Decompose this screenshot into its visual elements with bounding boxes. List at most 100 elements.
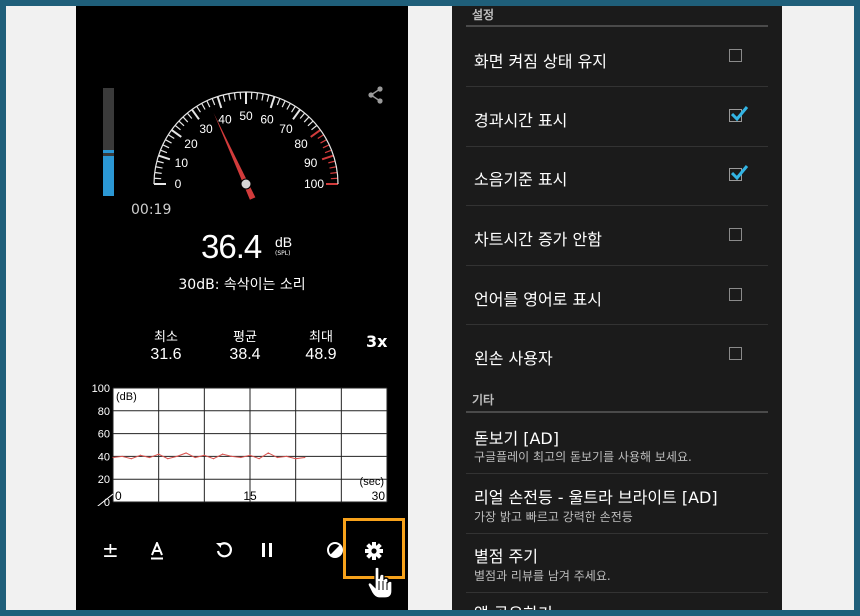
stat-min: 최소 31.6 <box>136 326 196 364</box>
noise-reference: 30dB: 속삭이는 소리 <box>178 277 306 293</box>
gauge-arc <box>153 91 339 185</box>
gauge-needle-hub <box>240 178 252 190</box>
setting-label[interactable]: 화면 켜짐 상태 유지 <box>474 48 607 72</box>
setting-label[interactable]: 언어를 영어로 표시 <box>474 286 602 310</box>
stat-value: 31.6 <box>150 346 182 363</box>
gauge-tick-label: 0 <box>175 177 182 191</box>
setting-label[interactable]: 차트시간 증가 안함 <box>474 226 602 250</box>
chart-y-tick-label: 60 <box>98 429 110 441</box>
row-divider <box>466 86 768 87</box>
level-bar-fill <box>103 156 114 196</box>
gauge-tick-label: 100 <box>304 177 324 191</box>
gauge-tick <box>299 112 306 119</box>
gauge-tick <box>310 129 322 138</box>
setting-checkbox[interactable] <box>729 228 742 241</box>
chart-point <box>139 454 141 456</box>
text-a-icon[interactable] <box>150 542 164 560</box>
gauge-tick <box>191 108 200 120</box>
menu-item-title[interactable]: 돋보기 [AD] <box>474 425 559 449</box>
setting-checkbox[interactable] <box>729 288 742 301</box>
gauge-tick <box>186 112 193 119</box>
setting-label[interactable]: 경과시간 표시 <box>474 107 567 131</box>
gauge-tick <box>321 154 334 161</box>
decibel-unit-sub: (SPL) <box>275 250 291 257</box>
stat-value: 38.4 <box>229 346 261 363</box>
stat-label: 평균 <box>233 330 257 345</box>
chart-point <box>231 455 233 457</box>
gauge-tick <box>228 93 231 101</box>
chart-point <box>148 456 151 459</box>
screenshot-frame: 00:19 0 10 20 30 40 50 60 70 80 90 100 36.4 dB (SP… <box>6 6 854 610</box>
gauge-tick <box>261 93 264 101</box>
speed-multiplier-button[interactable]: 3x <box>366 332 387 351</box>
setting-checkbox[interactable] <box>729 49 742 62</box>
setting-checkbox[interactable] <box>729 165 749 181</box>
pause-icon[interactable] <box>260 542 274 558</box>
gauge-tick <box>174 124 181 131</box>
section-divider <box>466 411 768 413</box>
gauge-tick <box>328 160 336 164</box>
chart-point <box>249 454 251 456</box>
settings-screen: 설정 화면 켜짐 상태 유지 경과시간 표시 소음기준 표시 차트시간 증가 안… <box>452 6 782 610</box>
gauge-tick <box>196 106 201 113</box>
gauge-tick-label: 50 <box>239 109 253 123</box>
chart-point <box>167 458 169 460</box>
level-bar <box>103 88 114 196</box>
gauge-tick <box>303 116 310 123</box>
menu-item-title[interactable]: 리얼 손전등 - 울트라 브라이트 [AD] <box>474 484 718 508</box>
decibel-reading: 36.4 dB (SPL) <box>201 228 292 266</box>
chart-y-tick-label: 40 <box>98 451 110 463</box>
gauge-tick <box>330 171 338 174</box>
chart-point <box>112 456 114 459</box>
section-header-other: 기타 <box>472 393 495 407</box>
chart-point <box>304 456 306 459</box>
gauge-tick-label: 20 <box>184 137 198 151</box>
plus-minus-icon[interactable]: ± <box>102 540 119 560</box>
gauge-tick <box>329 166 337 169</box>
gauge-tick <box>324 149 332 154</box>
chart-y-tick-label: 80 <box>98 406 110 418</box>
decibel-unit: dB <box>275 234 293 250</box>
chart-x-tick-label: 0 <box>115 489 122 503</box>
gauge-tick-label: 70 <box>279 122 293 136</box>
chart-point <box>185 452 187 454</box>
setting-checkbox[interactable] <box>729 347 742 360</box>
gauge-tick <box>266 94 270 102</box>
contrast-icon[interactable] <box>326 541 344 559</box>
chart-point <box>285 455 288 457</box>
gauge-tick <box>256 92 259 100</box>
setting-checkbox[interactable] <box>729 106 749 122</box>
gauge-tick <box>158 154 171 161</box>
gauge-tick <box>322 144 330 149</box>
chart-point <box>158 453 160 455</box>
menu-item-subtitle: 구글플레이 최고의 돋보기를 사용해 보세요. <box>474 450 692 464</box>
gauge-tick-label: 80 <box>294 137 308 151</box>
gauge-tick <box>168 134 175 139</box>
gauge-tick <box>233 92 236 100</box>
reset-icon[interactable] <box>215 541 233 559</box>
gauge-tick-label: 60 <box>260 112 274 126</box>
gauge-tick <box>286 103 291 110</box>
menu-item-title[interactable]: 앱 공유하기 <box>474 600 553 610</box>
setting-label[interactable]: 왼손 사용자 <box>474 345 553 369</box>
setting-label[interactable]: 소음기준 표시 <box>474 166 567 190</box>
chart-y-tick-label: 100 <box>92 383 110 395</box>
stat-label: 최대 <box>309 330 333 345</box>
settings-icon[interactable] <box>364 541 384 561</box>
gauge-tick <box>269 96 276 109</box>
gauge-tick <box>160 149 168 154</box>
chart-y-axis-label: (dB) <box>116 391 137 403</box>
share-icon[interactable] <box>368 86 384 104</box>
gauge-tick <box>201 103 206 110</box>
gauge-tick <box>154 171 162 174</box>
chart-x-tick-label: 30 <box>372 489 386 503</box>
menu-item-title[interactable]: 별점 주기 <box>474 543 538 567</box>
gauge-tick <box>281 100 286 108</box>
checkmark-icon <box>731 165 749 180</box>
row-divider <box>466 324 768 325</box>
chart-point <box>176 455 178 457</box>
gauge-tick-label: 10 <box>175 156 189 170</box>
chart-x-axis-label: (sec) <box>360 476 384 488</box>
menu-item-subtitle: 가장 밝고 빠르고 강력한 손전등 <box>474 510 633 524</box>
chart-point <box>212 458 215 460</box>
